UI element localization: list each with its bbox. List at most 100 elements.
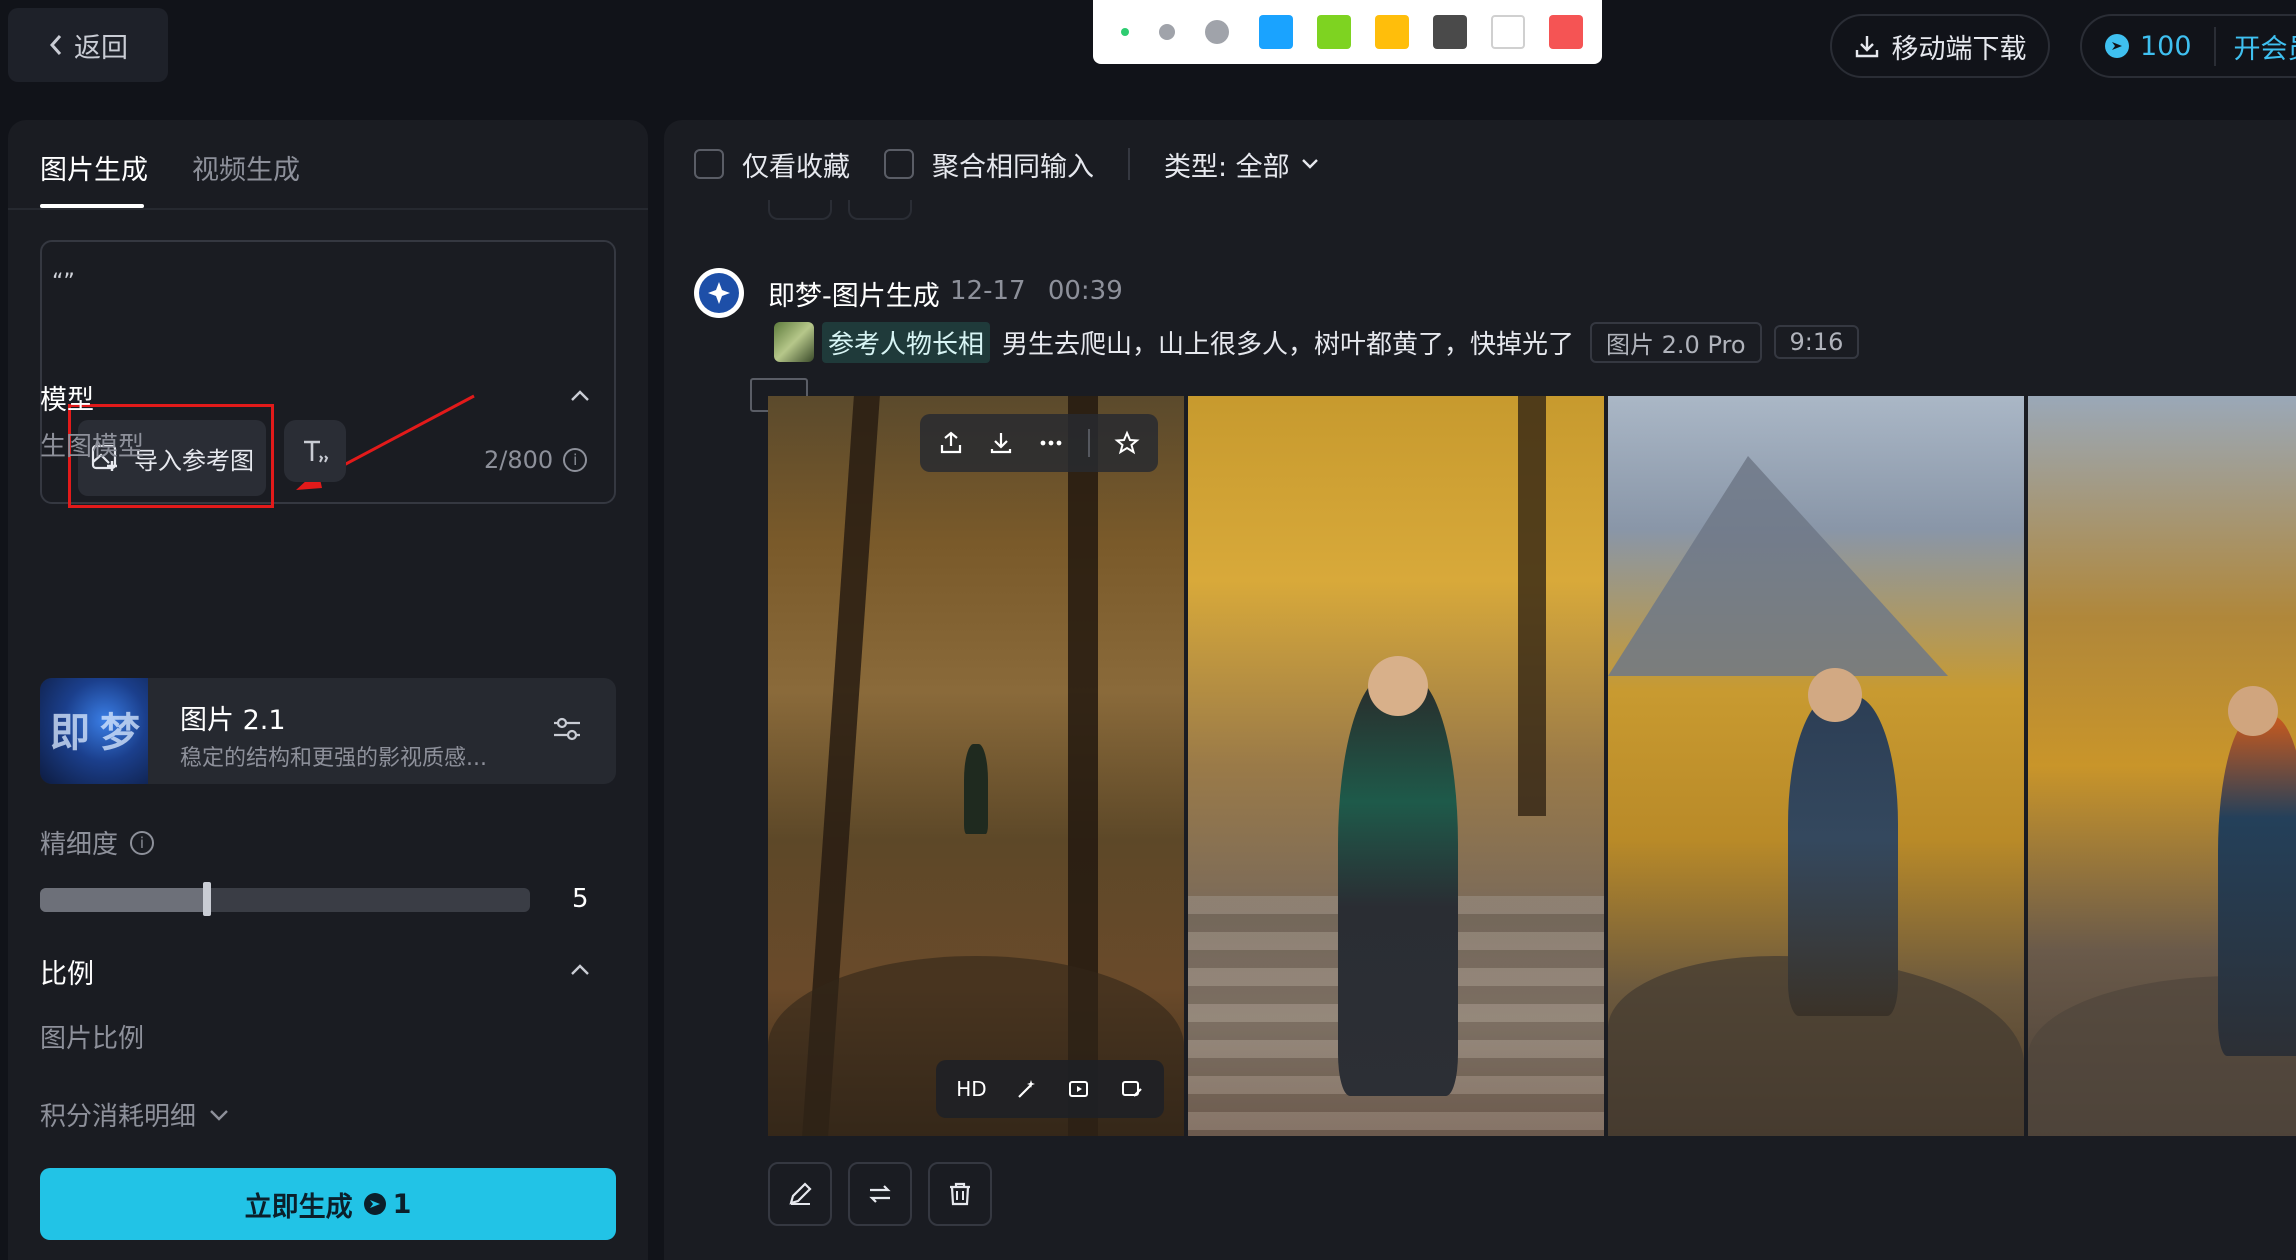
- generate-label: 立即生成: [244, 1191, 353, 1223]
- share-icon[interactable]: [938, 430, 964, 456]
- download-icon: [1854, 33, 1880, 59]
- prompt-char-counter: 2/800 i: [484, 446, 588, 474]
- merge-filter[interactable]: 聚合相同输入: [884, 145, 1094, 184]
- pencil-icon: [786, 1180, 814, 1208]
- results-panel: 仅看收藏 聚合相同输入 类型: 全部 即梦-图片生成 12-17 00:39 参…: [664, 120, 2296, 1260]
- palette-swatch-dark-gray[interactable]: [1433, 15, 1467, 49]
- credits-value: 100: [2140, 30, 2192, 62]
- video-icon[interactable]: [1067, 1077, 1091, 1101]
- info-icon[interactable]: i: [130, 830, 155, 855]
- chevron-up-icon[interactable]: [568, 962, 592, 978]
- lightning-coin-icon: [2104, 33, 2130, 59]
- palette-swatch-green[interactable]: [1317, 15, 1351, 49]
- model-sub-label: 生图模型: [40, 432, 145, 462]
- model-selector[interactable]: 即 梦 图片 2.1 稳定的结构和更强的影视质感...: [40, 678, 616, 784]
- palette-swatch-yellow[interactable]: [1375, 15, 1409, 49]
- hd-upscale-button[interactable]: HD: [956, 1077, 986, 1101]
- left-panel: 图片生成 视频生成 “” 导入参考图 2/800 i 模型 生图模型 即 梦 图…: [8, 120, 648, 1260]
- edit-image-icon[interactable]: [1120, 1077, 1144, 1101]
- image-edit-toolbar: HD: [936, 1060, 1164, 1118]
- message-author: 即梦-图片生成: [768, 281, 940, 312]
- palette-dot-small[interactable]: [1121, 28, 1129, 36]
- generated-image-1[interactable]: HD: [768, 396, 1184, 1136]
- regenerate-button[interactable]: [848, 1162, 912, 1226]
- back-label: 返回: [74, 32, 128, 64]
- generated-image-3[interactable]: [1608, 396, 2024, 1136]
- lightning-coin-icon: [363, 1192, 387, 1216]
- model-section-title: 模型: [40, 385, 94, 416]
- color-palette: [1093, 0, 1602, 64]
- thumb-char-2: 梦: [100, 710, 140, 756]
- generate-cost-value: 1: [392, 1188, 412, 1220]
- generated-image-4[interactable]: [2028, 396, 2296, 1136]
- favorites-checkbox[interactable]: [694, 149, 724, 179]
- generation-tabs: 图片生成 视频生成: [8, 120, 648, 210]
- palette-swatch-white[interactable]: [1491, 15, 1525, 49]
- message-prompt: 男生去爬山，山上很多人，树叶都黄了，快掉光了: [1002, 329, 1575, 360]
- text-style-icon: [300, 436, 330, 466]
- credits-pill[interactable]: 100 开会员: [2080, 14, 2296, 78]
- previous-action-button-stub: [848, 200, 912, 220]
- tab-video-generation[interactable]: 视频生成: [192, 148, 300, 187]
- palette-dot-large[interactable]: [1205, 20, 1229, 44]
- type-filter-label: 类型: 全部: [1164, 151, 1290, 183]
- active-tab-indicator: [40, 204, 144, 208]
- chevron-down-icon: [208, 1108, 230, 1122]
- precision-label-row: 精细度 i: [40, 824, 155, 861]
- back-button[interactable]: 返回: [8, 8, 168, 82]
- reference-tag: 参考人物长相: [822, 321, 991, 363]
- palette-swatch-blue[interactable]: [1259, 15, 1293, 49]
- star-icon[interactable]: [1114, 430, 1140, 456]
- more-icon[interactable]: [1038, 430, 1064, 456]
- ratio-chip: 9:16: [1773, 325, 1860, 359]
- palette-dot-medium[interactable]: [1159, 24, 1175, 40]
- precision-value: 5: [572, 884, 589, 914]
- model-thumbnail: 即 梦: [40, 678, 148, 784]
- info-icon[interactable]: i: [563, 448, 588, 472]
- generate-cost: 1: [363, 1188, 412, 1220]
- message-timestamp: 12-17 00:39: [950, 276, 1123, 306]
- mobile-download-label: 移动端下载: [1891, 33, 2027, 65]
- favorites-filter[interactable]: 仅看收藏: [694, 145, 850, 184]
- vip-button[interactable]: 开会员: [2213, 26, 2296, 66]
- model-name: 图片 2.1: [180, 705, 286, 736]
- divider: [1128, 148, 1130, 180]
- trash-icon: [946, 1180, 974, 1208]
- chevron-down-icon: [1300, 157, 1320, 171]
- delete-button[interactable]: [928, 1162, 992, 1226]
- chevron-left-icon: [48, 33, 64, 57]
- message-prompt-row: 参考人物长相 男生去爬山，山上很多人，树叶都黄了，快掉光了 图片 2.0 Pro…: [774, 320, 1871, 364]
- chevron-up-icon[interactable]: [568, 388, 592, 404]
- favorites-label: 仅看收藏: [742, 151, 850, 183]
- type-filter-dropdown[interactable]: 类型: 全部: [1164, 145, 1320, 184]
- precision-label: 精细度: [40, 830, 119, 860]
- precision-slider[interactable]: [40, 888, 530, 912]
- edit-prompt-button[interactable]: [768, 1162, 832, 1226]
- counter-text: 2/800: [484, 446, 554, 474]
- generated-image-2[interactable]: [1188, 396, 1604, 1136]
- merge-label: 聚合相同输入: [932, 151, 1094, 183]
- image-hover-toolbar: [920, 414, 1158, 472]
- model-description: 稳定的结构和更强的影视质感...: [180, 746, 487, 771]
- wand-icon[interactable]: [1015, 1077, 1039, 1101]
- merge-checkbox[interactable]: [884, 149, 914, 179]
- message-time: 00:39: [1047, 276, 1123, 306]
- thumb-char-1: 即: [50, 710, 90, 756]
- palette-swatch-red[interactable]: [1549, 15, 1583, 49]
- generate-button[interactable]: 立即生成 1: [40, 1168, 616, 1240]
- text-style-button[interactable]: [284, 420, 346, 482]
- cost-detail-label: 积分消耗明细: [40, 1102, 197, 1132]
- avatar: [694, 268, 744, 318]
- cost-detail-toggle[interactable]: 积分消耗明细: [40, 1096, 230, 1133]
- precision-slider-fill: [40, 888, 207, 912]
- reference-thumbnail[interactable]: [774, 322, 814, 362]
- mobile-download-button[interactable]: 移动端下载: [1830, 14, 2050, 78]
- filter-bar: 仅看收藏 聚合相同输入 类型: 全部: [664, 120, 2296, 208]
- tab-image-generation[interactable]: 图片生成: [40, 148, 148, 187]
- precision-slider-handle[interactable]: [202, 882, 211, 916]
- ratio-section-title: 比例: [40, 959, 94, 990]
- message-date: 12-17: [950, 276, 1026, 306]
- prompt-value: “”: [52, 270, 75, 295]
- settings-sliders-icon[interactable]: [550, 712, 584, 746]
- download-icon[interactable]: [988, 430, 1014, 456]
